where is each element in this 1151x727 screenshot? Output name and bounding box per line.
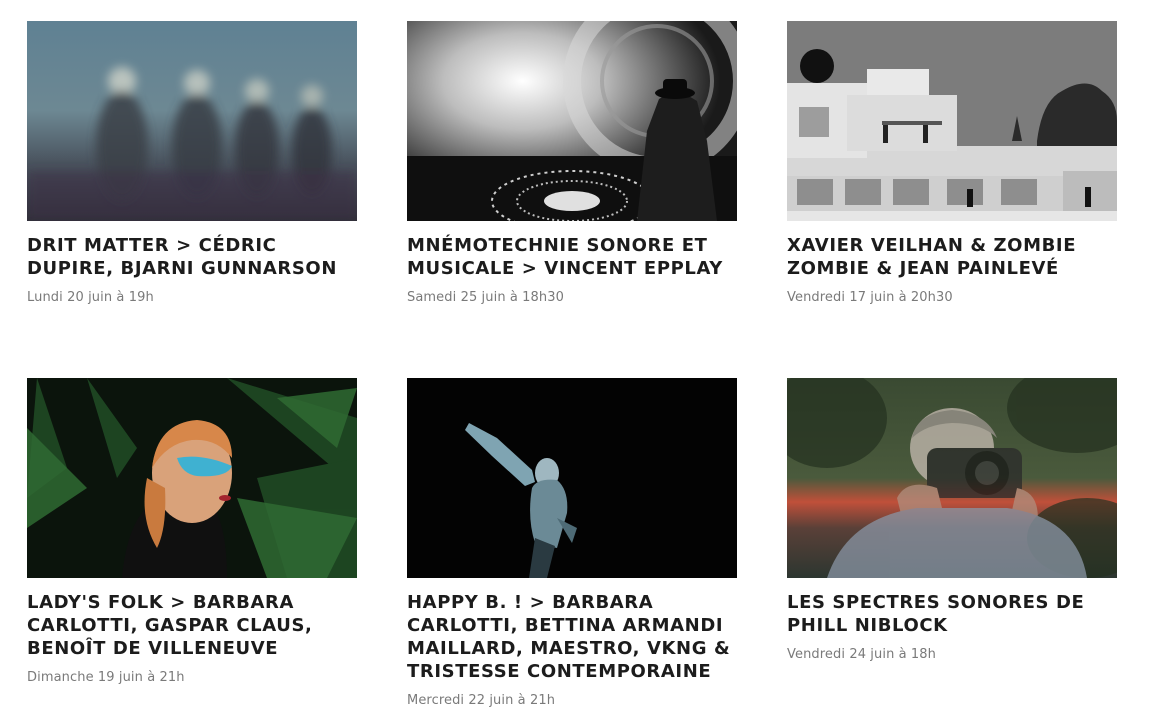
event-image-link[interactable] (787, 378, 1117, 578)
event-photo (787, 378, 1117, 578)
event-card: Happy B. ! > Barbara Carlotti, Bettina A… (407, 378, 737, 709)
event-photo (407, 21, 737, 221)
event-image-link[interactable] (787, 21, 1117, 221)
event-title[interactable]: Lady's Folk > Barbara Carlotti, Gaspar C… (27, 591, 357, 660)
event-date: Vendredi 17 juin à 20h30 (787, 290, 953, 305)
event-image-link[interactable] (407, 21, 737, 221)
event-card: Mnémotechnie sonore et musicale > Vincen… (407, 21, 737, 306)
event-title[interactable]: Drit Matter > Cédric Dupire, Bjarni Gunn… (27, 234, 357, 280)
event-card: Drit Matter > Cédric Dupire, Bjarni Gunn… (27, 21, 357, 306)
event-date: Dimanche 19 juin à 21h (27, 670, 185, 685)
event-photo (27, 21, 357, 221)
event-photo (407, 378, 737, 578)
event-image-link[interactable] (407, 378, 737, 578)
event-card: Lady's Folk > Barbara Carlotti, Gaspar C… (27, 378, 357, 686)
event-card: Xavier Veilhan & Zombie Zombie & Jean Pa… (787, 21, 1117, 306)
event-photo (787, 21, 1117, 221)
event-image-link[interactable] (27, 378, 357, 578)
event-date: Lundi 20 juin à 19h (27, 290, 154, 305)
event-photo (27, 378, 357, 578)
event-date: Mercredi 22 juin à 21h (407, 693, 556, 708)
event-title[interactable]: Xavier Veilhan & Zombie Zombie & Jean Pa… (787, 234, 1117, 280)
event-date: Vendredi 24 juin à 18h (787, 647, 937, 662)
event-date: Samedi 25 juin à 18h30 (407, 290, 565, 305)
event-title[interactable]: Les spectres sonores de Phill Niblock (787, 591, 1117, 637)
event-card: Les spectres sonores de Phill Niblock Ve… (787, 378, 1117, 663)
event-title[interactable]: Happy B. ! > Barbara Carlotti, Bettina A… (407, 591, 737, 683)
event-image-link[interactable] (27, 21, 357, 221)
event-title[interactable]: Mnémotechnie sonore et musicale > Vincen… (407, 234, 737, 280)
